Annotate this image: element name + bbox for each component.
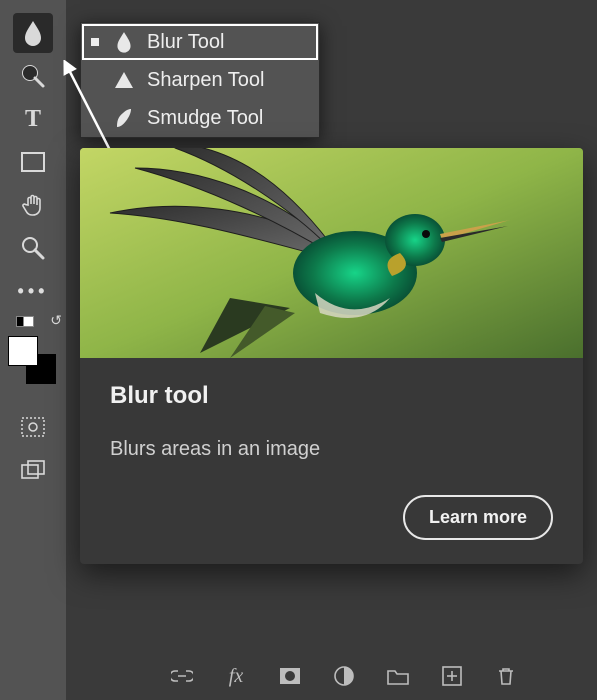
tool-more[interactable]: ••• xyxy=(13,271,53,311)
color-swatch[interactable] xyxy=(8,336,58,386)
tooltip-hero-image xyxy=(80,148,583,358)
tool-blur[interactable] xyxy=(13,13,53,53)
tool-hand[interactable] xyxy=(13,185,53,225)
triangle-icon xyxy=(113,69,135,91)
trash-icon[interactable] xyxy=(494,664,518,688)
tool-screenmode[interactable] xyxy=(13,450,53,490)
type-icon: T xyxy=(25,106,41,133)
dodge-icon xyxy=(20,63,46,89)
flyout-item-smudge[interactable]: Smudge Tool xyxy=(81,99,319,137)
fx-icon[interactable]: fx xyxy=(224,664,248,688)
drop-icon xyxy=(22,20,44,46)
learn-more-button[interactable]: Learn more xyxy=(403,495,553,540)
selection-mask-icon xyxy=(21,417,45,437)
tooltip-title: Blur tool xyxy=(110,382,553,410)
layers-panel-footer: fx xyxy=(170,658,518,694)
smudge-icon xyxy=(113,107,135,129)
hand-icon xyxy=(21,193,45,217)
tool-rectangle[interactable] xyxy=(13,142,53,182)
adjustment-icon[interactable] xyxy=(332,664,356,688)
app-root: T ••• ↺ xyxy=(0,0,597,700)
flyout-item-blur[interactable]: Blur Tool xyxy=(81,23,319,61)
tool-strip: T ••• ↺ xyxy=(0,0,66,700)
tool-zoom[interactable] xyxy=(13,228,53,268)
tool-quickmask[interactable] xyxy=(13,407,53,447)
new-layer-icon[interactable] xyxy=(440,664,464,688)
tooltip-description: Blurs areas in an image xyxy=(110,438,553,461)
hummingbird-illustration xyxy=(80,148,583,358)
zoom-icon xyxy=(20,235,46,261)
tool-type[interactable]: T xyxy=(13,99,53,139)
tool-tooltip-card: Blur tool Blurs areas in an image Learn … xyxy=(80,148,583,564)
mask-icon[interactable] xyxy=(278,664,302,688)
flyout-item-sharpen[interactable]: Sharpen Tool xyxy=(81,61,319,99)
drop-icon xyxy=(113,31,135,53)
selected-indicator xyxy=(91,38,99,46)
tool-dodge[interactable] xyxy=(13,56,53,96)
group-icon[interactable] xyxy=(386,664,410,688)
tool-flyout-menu: Blur Tool Sharpen Tool Smudge Tool xyxy=(80,22,320,138)
swap-colors-icon[interactable]: ↺ xyxy=(50,312,62,329)
rectangle-icon xyxy=(21,152,45,172)
tooltip-body: Blur tool Blurs areas in an image Learn … xyxy=(80,358,583,564)
foreground-swatch[interactable] xyxy=(8,336,38,366)
artboard-icon xyxy=(21,460,45,480)
flyout-item-label: Smudge Tool xyxy=(147,107,263,130)
default-colors-icon[interactable] xyxy=(16,312,34,332)
more-icon: ••• xyxy=(18,281,49,302)
flyout-item-label: Sharpen Tool xyxy=(147,69,265,92)
flyout-item-label: Blur Tool xyxy=(147,31,224,54)
link-icon[interactable] xyxy=(170,664,194,688)
